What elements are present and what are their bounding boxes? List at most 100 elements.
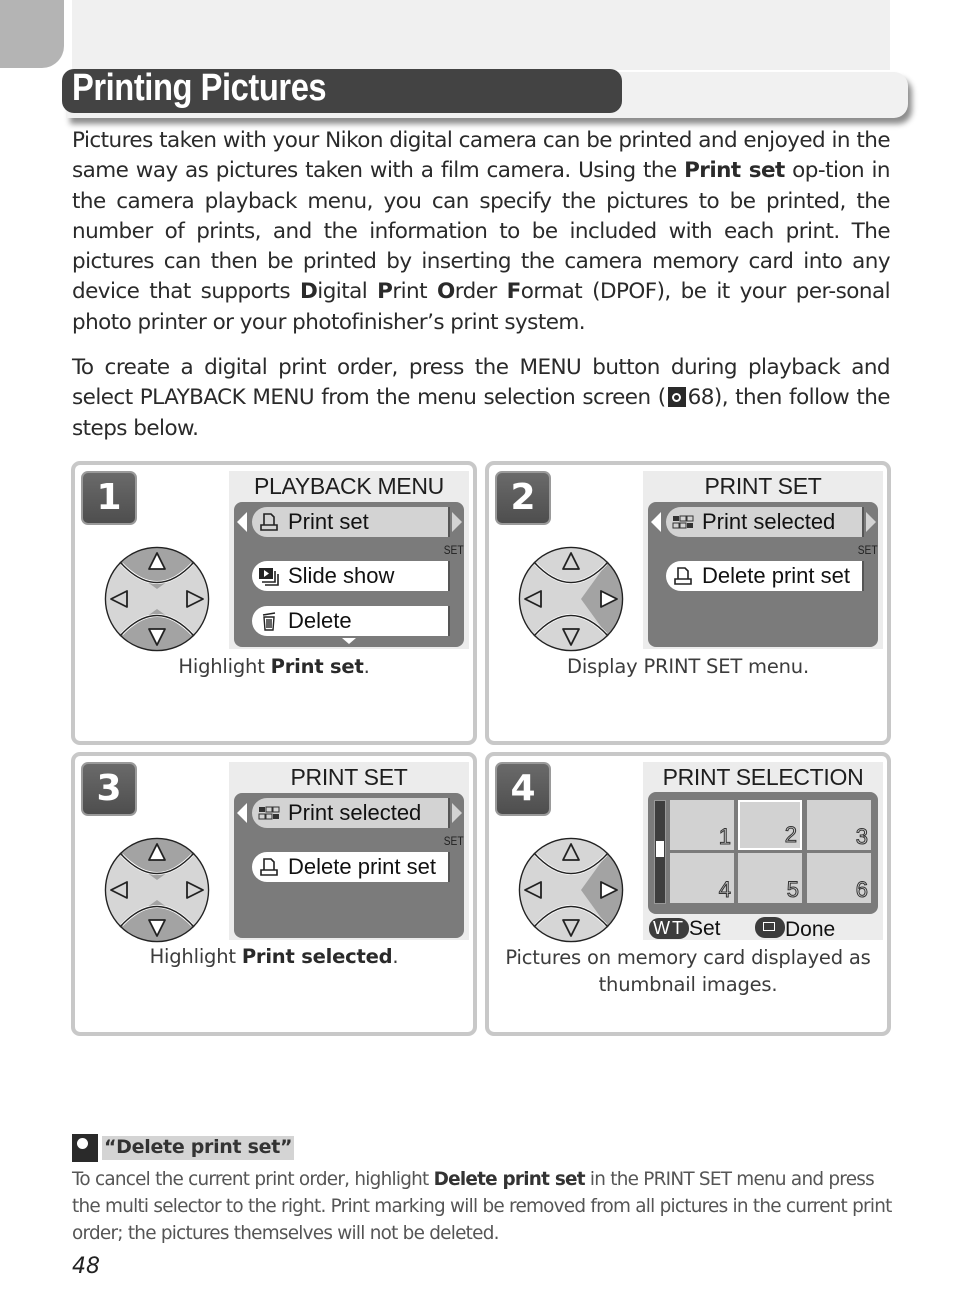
caption-text: Display PRINT SET menu. — [567, 655, 809, 678]
menu-panel: Print selected SET Delete print set — [648, 502, 878, 647]
thumbnail-number: 3 — [855, 824, 868, 850]
menu-item-label: Print selected — [288, 800, 422, 825]
dpof-letter: F — [506, 279, 522, 305]
tip-term: Delete print set — [433, 1169, 586, 1190]
page-title: Printing Pictures — [72, 67, 327, 109]
screen-title: PLAYBACK MENU — [254, 473, 444, 499]
trash-icon — [262, 612, 276, 631]
slide-show-icon — [259, 568, 279, 586]
camera-screen: PRINT SELECTION 1 2 3 4 5 6 WT Set Done — [643, 762, 883, 942]
menu-item-print-selected[interactable]: Print selected — [252, 798, 450, 828]
set-label: SET — [857, 543, 878, 557]
step-caption: Pictures on memory card displayed as thu… — [489, 944, 887, 998]
menu-item-label: Print selected — [702, 509, 836, 534]
playback-button-icon — [755, 917, 785, 938]
caption-term: Print set — [270, 655, 364, 678]
thumbnail[interactable]: 1 — [670, 800, 734, 850]
step-number: 3 — [81, 762, 137, 816]
dpof-letter: P — [377, 279, 393, 305]
step-card-4: 4 PRINT SELECTION 1 2 3 4 5 6 WT Set Done… — [485, 752, 891, 1036]
thumbnail-number: 6 — [855, 877, 868, 903]
print-set-term: Print set — [684, 158, 785, 184]
screen-title: PRINT SET — [704, 473, 822, 499]
menu-item-delete-print-set[interactable]: Delete print set — [666, 561, 864, 591]
dpof-word: igital — [317, 279, 378, 305]
tip-text: To cancel the current print order, highl… — [72, 1169, 434, 1190]
print-selected-icon — [672, 515, 694, 529]
thumbnail-number: 1 — [718, 824, 731, 850]
menu-panel: Print selected SET Delete print set — [234, 793, 464, 938]
intro-paragraph: Pictures taken with your Nikon digital c… — [72, 126, 891, 338]
thumbnail-selected[interactable]: 2 — [738, 800, 802, 850]
scroll-down-icon — [342, 638, 356, 644]
menu-item-label: Delete print set — [288, 854, 436, 879]
set-label: SET — [443, 543, 464, 557]
legend-done-label: Done — [785, 918, 836, 941]
thumbnail[interactable]: 6 — [807, 853, 871, 903]
menu-item-slide-show[interactable]: Slide show — [252, 561, 450, 591]
header-band — [72, 0, 890, 70]
menu-panel: Print set SET Slide show Delete — [234, 502, 464, 647]
right-arrow-icon — [452, 512, 462, 532]
menu-item-label: Delete — [288, 608, 352, 633]
right-arrow-icon — [866, 512, 876, 532]
thumbnail-number: 2 — [784, 822, 797, 848]
left-arrow-icon — [237, 512, 247, 532]
print-set-icon — [674, 567, 692, 585]
magnifier-tip-icon — [72, 1134, 98, 1162]
scrollbar-thumb[interactable] — [656, 841, 664, 857]
thumbnail-number: 4 — [718, 877, 731, 903]
tip-title: “Delete print set” — [102, 1136, 295, 1160]
set-label: SET — [443, 834, 464, 848]
multi-selector-icon — [518, 837, 624, 943]
page-tab-corner — [0, 0, 64, 68]
step-number: 1 — [81, 471, 137, 525]
multi-selector-icon — [518, 546, 624, 652]
scrollbar[interactable] — [654, 800, 666, 904]
screen-title: PRINT SET — [290, 764, 408, 790]
tip-body: To cancel the current print order, highl… — [72, 1166, 892, 1247]
step-number: 4 — [495, 762, 551, 816]
print-set-icon — [260, 513, 278, 531]
thumbnail-grid: 1 2 3 4 5 6 — [648, 792, 878, 914]
caption-text: Highlight — [178, 655, 271, 678]
menu-item-print-set[interactable]: Print set — [252, 507, 450, 537]
multi-selector-icon — [104, 837, 210, 943]
legend-set: WT Set — [649, 917, 721, 941]
caption-text: . — [363, 655, 370, 678]
thumbnail[interactable]: 3 — [807, 800, 871, 850]
caption-term: Print selected — [241, 945, 393, 968]
camera-screen: PLAYBACK MENU Print set SET Slide show D… — [229, 471, 469, 649]
dpof-word: rint — [392, 279, 437, 305]
dpof-letter: D — [299, 279, 318, 305]
camera-screen: PRINT SET Print selected SET Delete prin… — [643, 471, 883, 649]
caption-text: Pictures on memory card displayed as thu… — [505, 946, 871, 996]
menu-item-delete[interactable]: Delete — [252, 606, 450, 636]
caption-text: . — [392, 945, 399, 968]
legend-done: Done — [755, 917, 835, 942]
instructions-paragraph: To create a digital print order, press t… — [72, 353, 891, 444]
dpof-term: Digital Print Order Format — [299, 279, 583, 305]
thumbnail[interactable]: 5 — [738, 853, 802, 903]
page-reference-icon — [667, 387, 686, 408]
zoom-wt-icon: WT — [649, 918, 689, 939]
menu-item-label: Slide show — [288, 563, 395, 588]
screen-title: PRINT SELECTION — [662, 764, 864, 790]
menu-item-label: Print set — [288, 509, 369, 534]
camera-screen: PRINT SET Print selected SET Delete prin… — [229, 762, 469, 940]
step-caption: Highlight Print selected. — [75, 943, 473, 970]
print-selected-icon — [258, 806, 280, 820]
menu-item-delete-print-set[interactable]: Delete print set — [252, 852, 450, 882]
step-caption: Highlight Print set. — [75, 653, 473, 680]
page-reference[interactable]: 68 — [688, 385, 715, 410]
step-caption: Display PRINT SET menu. — [489, 653, 887, 680]
right-arrow-icon — [452, 803, 462, 823]
menu-item-print-selected[interactable]: Print selected — [666, 507, 864, 537]
dpof-letter: O — [436, 279, 455, 305]
legend-set-label: Set — [688, 917, 721, 940]
left-arrow-icon — [651, 512, 661, 532]
step-card-2: 2 PRINT SET Print selected SET Delete pr… — [485, 461, 891, 745]
step-number: 2 — [495, 471, 551, 525]
thumbnail[interactable]: 4 — [670, 853, 734, 903]
print-set-icon — [260, 858, 278, 876]
